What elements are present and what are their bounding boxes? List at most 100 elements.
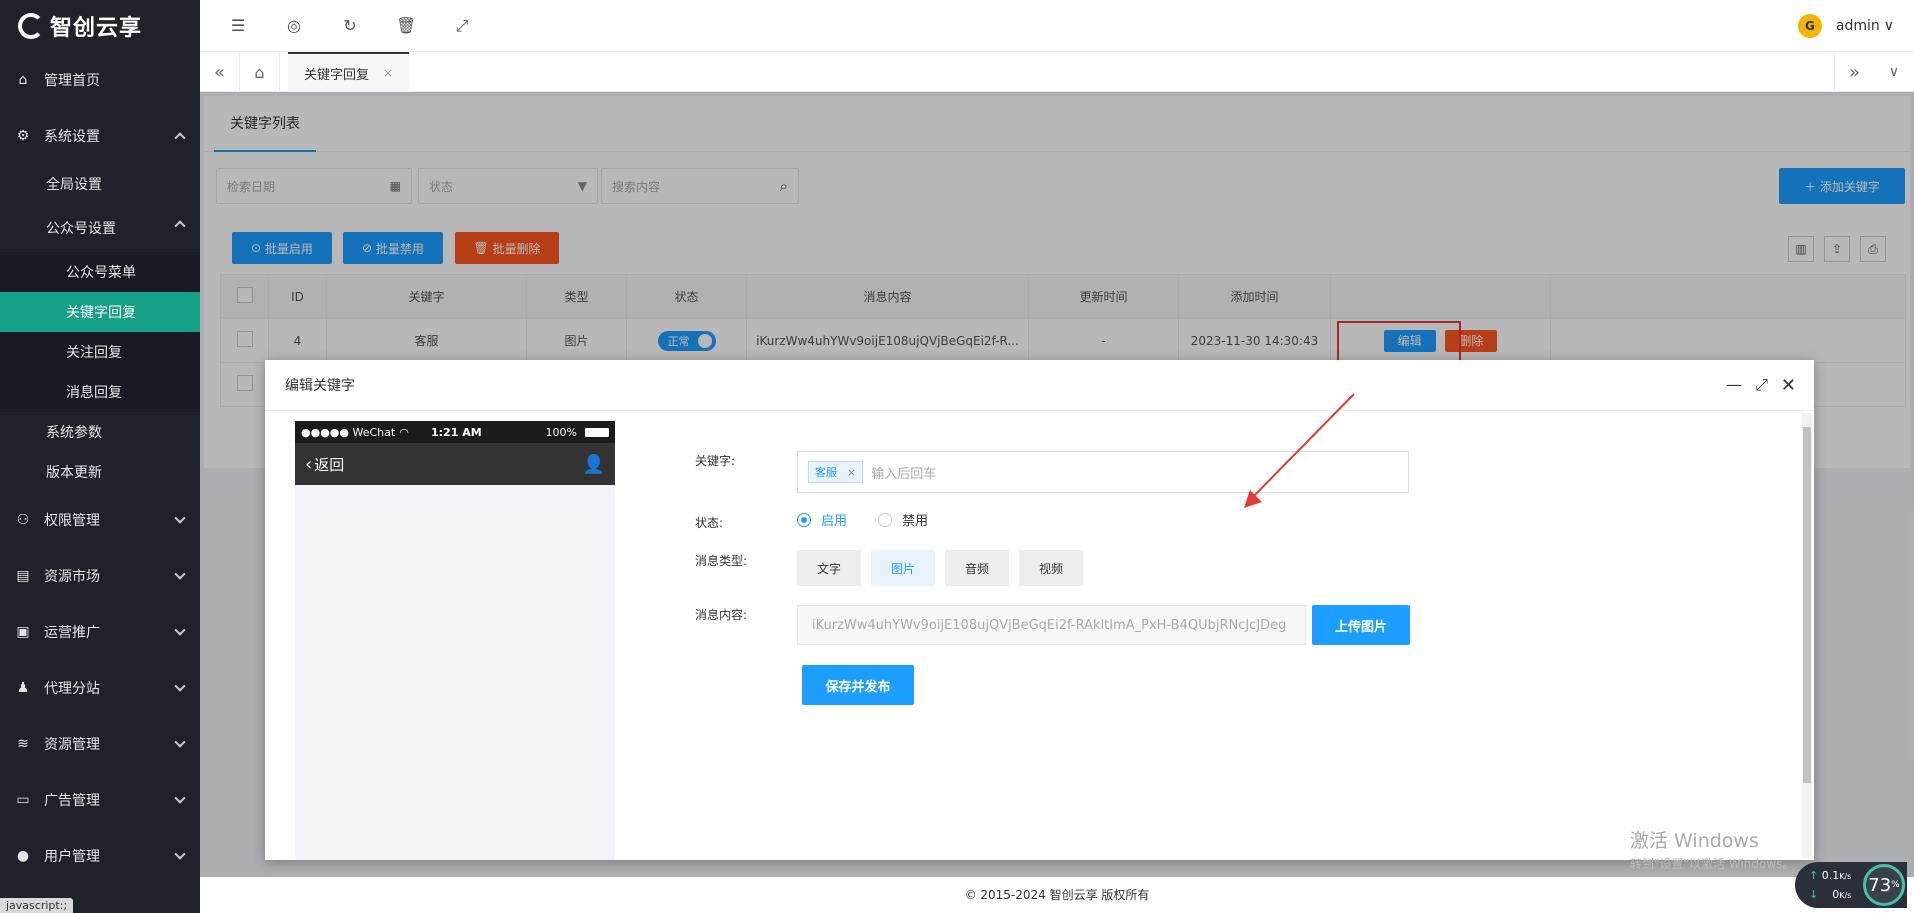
tag-label: 客服 bbox=[815, 466, 837, 479]
sidebar-item-label: 系统设置 bbox=[44, 129, 100, 145]
close-icon[interactable]: ✕ bbox=[1781, 375, 1796, 396]
home-icon: ⌂ bbox=[18, 72, 28, 88]
trash-icon[interactable]: 🗑 bbox=[396, 16, 416, 35]
chevron-down-icon bbox=[174, 680, 186, 692]
sidebar-item-label: 版本更新 bbox=[46, 465, 102, 481]
sidebar-item-global[interactable]: 全局设置 bbox=[0, 164, 200, 204]
watermark-title: 激活 Windows bbox=[1630, 830, 1759, 852]
sidebar-item-label: 管理首页 bbox=[44, 73, 100, 89]
tabs-scroll-right-icon[interactable]: » bbox=[1834, 52, 1874, 92]
modal-scrollbar[interactable] bbox=[1802, 413, 1812, 858]
gauge-unit: % bbox=[1891, 880, 1900, 890]
user-icon: ● bbox=[16, 848, 30, 864]
tabs-dropdown-icon[interactable]: ∨ bbox=[1874, 52, 1914, 92]
minimize-icon[interactable]: — bbox=[1726, 375, 1742, 394]
close-icon[interactable]: × bbox=[383, 66, 393, 80]
menu-collapse-icon[interactable]: ☰ bbox=[228, 16, 248, 35]
close-icon[interactable]: × bbox=[847, 466, 856, 479]
topbar: ☰ ◎ ↻ 🗑 ⤢ G admin ∨ bbox=[200, 0, 1914, 52]
phone-time: 1:21 AM bbox=[431, 425, 482, 439]
sidebar-item-mp-menu[interactable]: 公众号菜单 bbox=[0, 252, 200, 292]
unit: K/s bbox=[1839, 872, 1852, 881]
sidebar-item-agent[interactable]: ♟ 代理分站 bbox=[0, 660, 200, 716]
phone-back-label: 返回 bbox=[314, 455, 345, 474]
sidebar-item-label: 消息回复 bbox=[66, 385, 122, 401]
status-enable-radio[interactable]: 启用 bbox=[797, 510, 847, 529]
arrow-down-icon: ↓ bbox=[1809, 888, 1819, 901]
sidebar-item-permissions[interactable]: ⚇ 权限管理 bbox=[0, 492, 200, 548]
sidebar-item-label: 资源市场 bbox=[44, 569, 100, 585]
sidebar-item-label: 资源管理 bbox=[44, 737, 100, 753]
sidebar-item-message-reply[interactable]: 消息回复 bbox=[0, 372, 200, 412]
content-input[interactable]: iKurzWw4uhYWv9oijE108ujQVjBeGqEi2f-RAklt… bbox=[797, 605, 1306, 645]
watermark-subtitle: 转到"设置"以激活 Windows。 bbox=[1630, 857, 1795, 871]
sidebar-item-follow-reply[interactable]: 关注回复 bbox=[0, 332, 200, 372]
user-menu[interactable]: G admin ∨ bbox=[1797, 14, 1894, 38]
sidebar-item-label: 代理分站 bbox=[44, 681, 100, 697]
network-monitor: ↑ 0.1K/s ↓ 0K/s 73% bbox=[1795, 862, 1907, 908]
modal-title: 编辑关键字 bbox=[285, 378, 355, 394]
refresh-icon[interactable]: ↻ bbox=[340, 16, 360, 35]
sidebar-item-mp[interactable]: 公众号设置 bbox=[0, 204, 200, 252]
brand-logo[interactable]: 智创云享 bbox=[0, 0, 200, 52]
upload-image-button[interactable]: 上传图片 bbox=[1312, 605, 1410, 645]
sidebar-item-label: 全局设置 bbox=[46, 177, 102, 193]
keyword-placeholder: 输入后回车 bbox=[871, 466, 937, 482]
upload-value: 0.1 bbox=[1821, 869, 1840, 882]
type-image-button[interactable]: 图片 bbox=[871, 550, 935, 586]
sidebar-item-promotion[interactable]: ▣ 运营推广 bbox=[0, 604, 200, 660]
fullscreen-icon[interactable]: ⤢ bbox=[452, 16, 472, 36]
sidebar: 智创云享 ⌂ 管理首页 ⚙ 系统设置 全局设置 公众号设置 公众号菜单 关键字回… bbox=[0, 0, 200, 913]
page-tabs-bar: « ⌂ 关键字回复 × » ∨ bbox=[200, 52, 1914, 92]
unit: K/s bbox=[1839, 891, 1852, 900]
upload-speed: ↑ 0.1K/s bbox=[1809, 869, 1851, 882]
store-icon: ▤ bbox=[16, 568, 30, 584]
gauge-value: 73 bbox=[1868, 874, 1892, 896]
ad-icon: ▭ bbox=[16, 792, 30, 808]
avatar: G bbox=[1797, 14, 1822, 38]
content-label: 消息内容: bbox=[695, 608, 748, 622]
tab-label: 关键字回复 bbox=[304, 67, 370, 83]
globe-icon[interactable]: ◎ bbox=[284, 16, 304, 35]
sidebar-item-home[interactable]: ⌂ 管理首页 bbox=[0, 52, 200, 108]
user-group-icon: ⚇ bbox=[16, 512, 30, 528]
chevron-down-icon bbox=[174, 568, 186, 580]
chevron-up-icon bbox=[174, 132, 186, 144]
sidebar-item-label: 关注回复 bbox=[66, 345, 122, 361]
sidebar-item-ads[interactable]: ▭ 广告管理 bbox=[0, 772, 200, 828]
radio-dot bbox=[878, 512, 892, 527]
chevron-down-icon: ∨ bbox=[1883, 18, 1894, 34]
sidebar-item-params[interactable]: 系统参数 bbox=[0, 412, 200, 452]
sidebar-item-update[interactable]: 版本更新 bbox=[0, 452, 200, 492]
maximize-icon[interactable]: ⤢ bbox=[1755, 375, 1768, 395]
scrollbar-thumb[interactable] bbox=[1803, 427, 1811, 783]
tab-keyword-reply[interactable]: 关键字回复 × bbox=[288, 52, 410, 92]
type-video-button[interactable]: 视频 bbox=[1019, 550, 1083, 586]
sidebar-item-label: 公众号菜单 bbox=[66, 265, 136, 281]
sidebar-item-keyword-reply[interactable]: 关键字回复 bbox=[0, 292, 200, 332]
user-icon: 👤 bbox=[582, 453, 605, 475]
sidebar-item-users[interactable]: ● 用户管理 bbox=[0, 828, 200, 884]
type-text-button[interactable]: 文字 bbox=[797, 550, 861, 586]
sidebar-item-label: 系统参数 bbox=[46, 425, 102, 441]
status-disable-radio[interactable]: 禁用 bbox=[878, 510, 928, 529]
usage-gauge[interactable]: 73% bbox=[1863, 864, 1905, 906]
chevron-down-icon bbox=[174, 512, 186, 524]
radio-dot bbox=[797, 512, 811, 527]
sidebar-item-label: 关键字回复 bbox=[66, 305, 136, 321]
sidebar-item-label: 运营推广 bbox=[44, 625, 100, 641]
sidebar-item-resources[interactable]: ≋ 资源管理 bbox=[0, 716, 200, 772]
type-audio-button[interactable]: 音频 bbox=[945, 550, 1009, 586]
home-tab-icon[interactable]: ⌂ bbox=[240, 52, 280, 92]
sidebar-item-label: 权限管理 bbox=[44, 513, 100, 529]
username: admin bbox=[1835, 18, 1880, 34]
sidebar-item-system[interactable]: ⚙ 系统设置 bbox=[0, 108, 200, 164]
tabs-scroll-left-icon[interactable]: « bbox=[200, 52, 240, 92]
save-publish-button[interactable]: 保存并发布 bbox=[802, 665, 914, 705]
phone-nav-bar: ‹ 返回 👤 bbox=[295, 443, 615, 485]
sidebar-item-market[interactable]: ▤ 资源市场 bbox=[0, 548, 200, 604]
phone-battery: 100% bbox=[545, 425, 577, 439]
chevron-down-icon bbox=[174, 736, 186, 748]
chevron-up-icon bbox=[174, 220, 186, 232]
battery-icon bbox=[585, 427, 609, 437]
